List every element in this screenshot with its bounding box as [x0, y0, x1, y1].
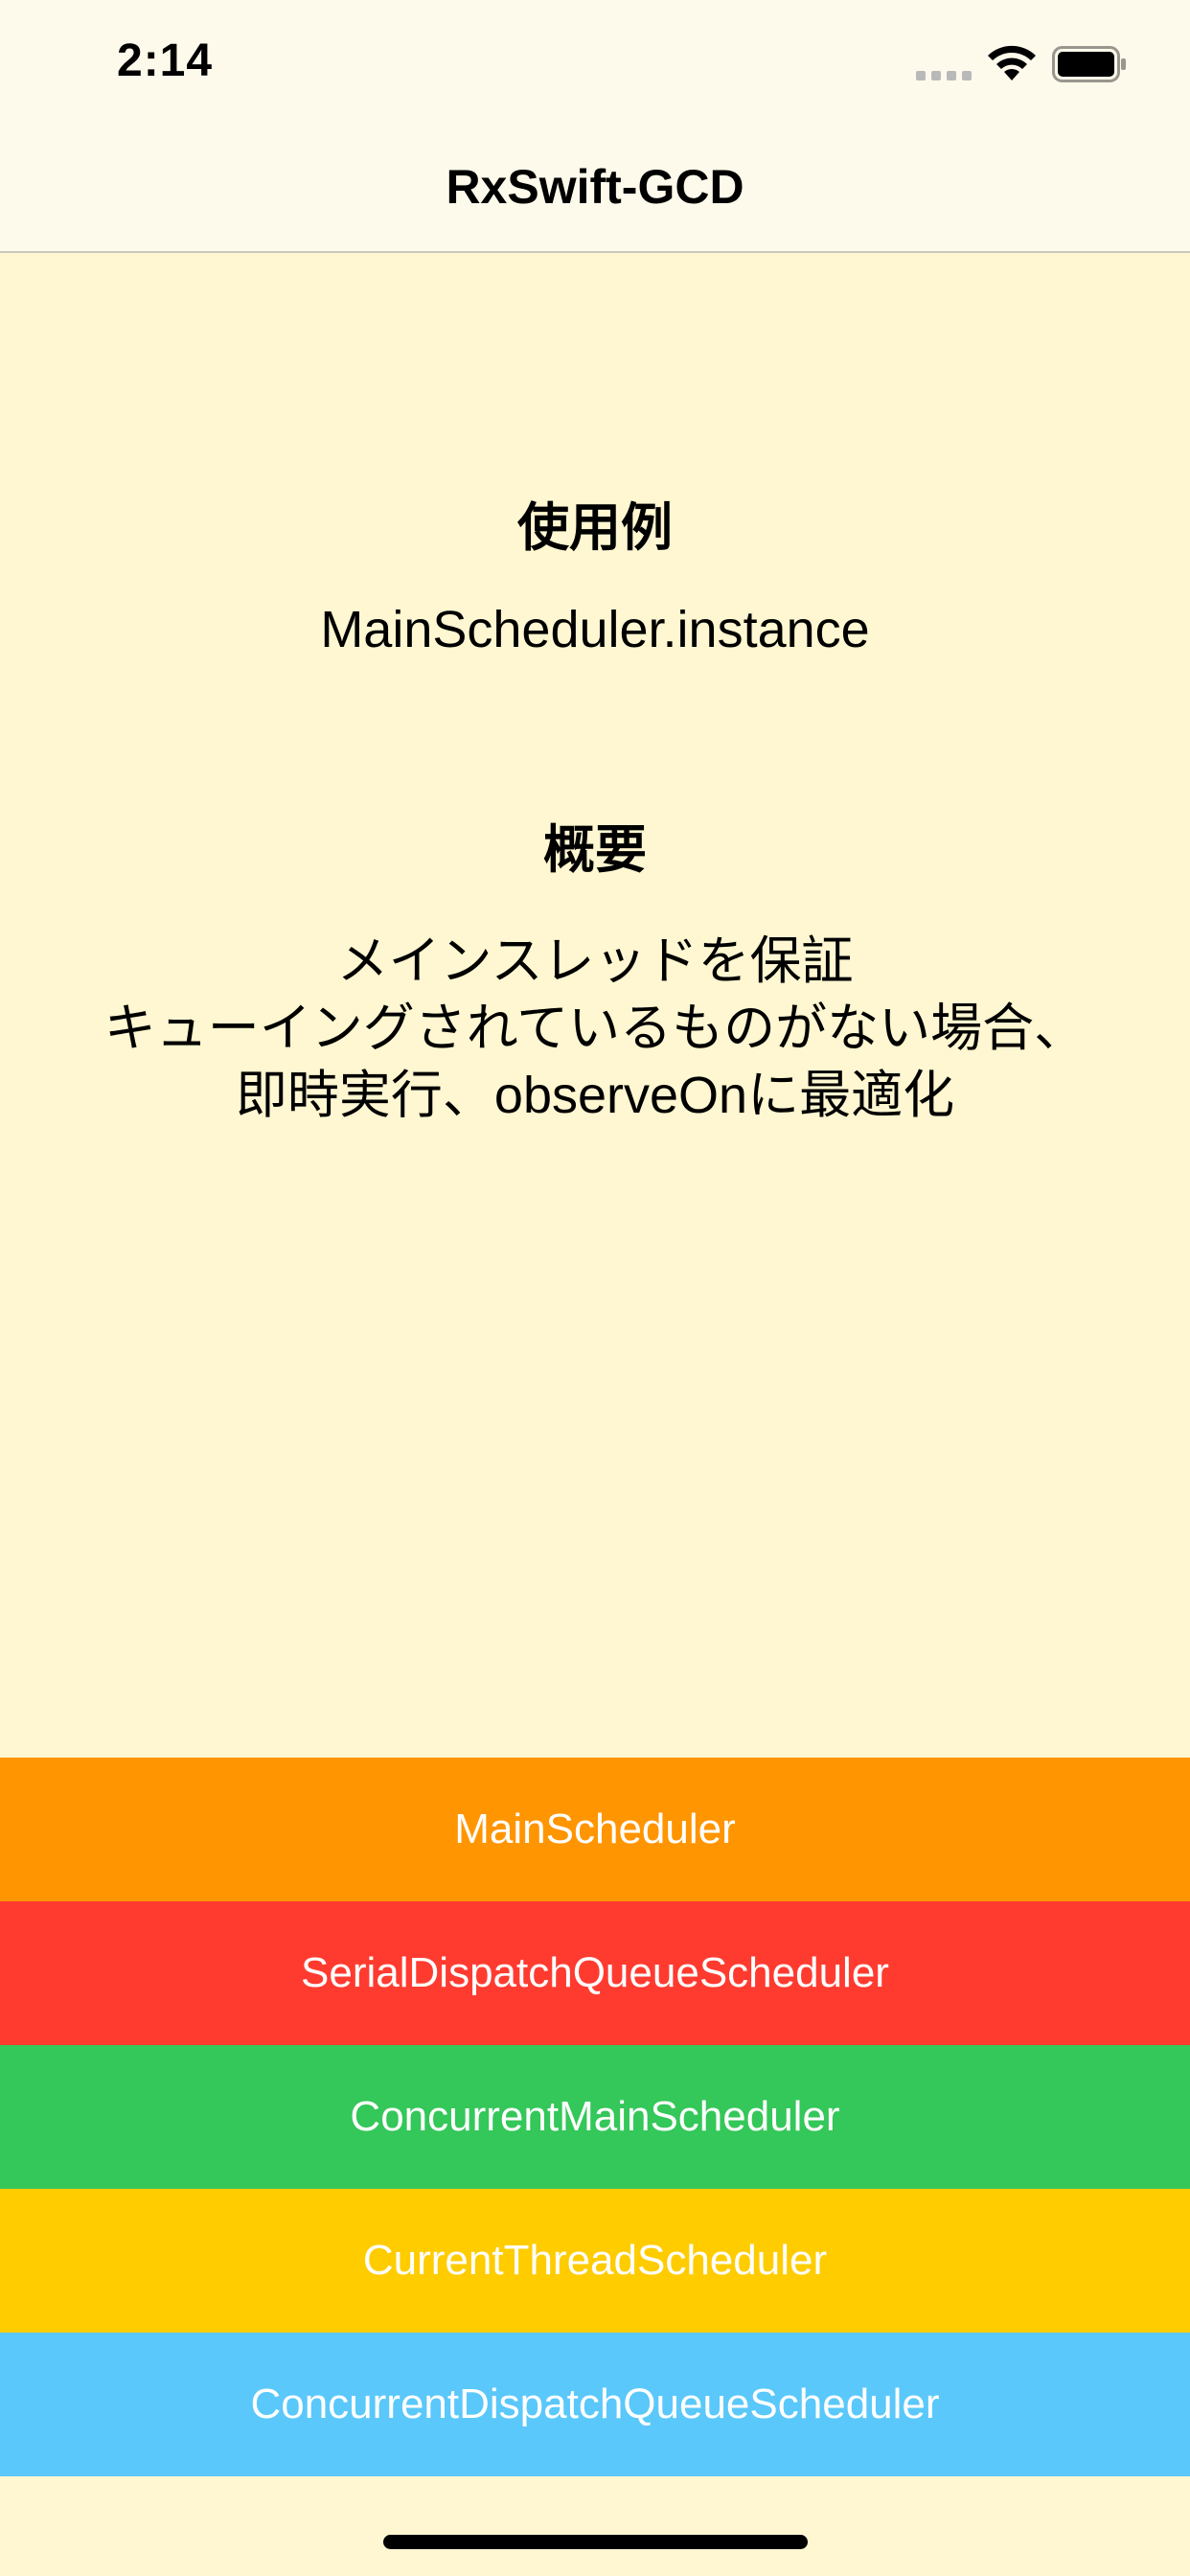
summary-line: キューイングされているものがない場合、: [103, 1000, 1087, 1057]
status-time: 2:14: [117, 35, 214, 86]
serial-dispatch-queue-scheduler-button[interactable]: SerialDispatchQueueScheduler: [0, 1901, 1190, 2045]
status-bar: 2:14: [0, 0, 1190, 126]
usage-heading: 使用例: [517, 499, 673, 557]
navigation-bar: RxSwift-GCD: [0, 126, 1190, 253]
scheduler-button-list: MainScheduler SerialDispatchQueueSchedul…: [0, 1758, 1190, 2476]
concurrent-dispatch-queue-scheduler-button[interactable]: ConcurrentDispatchQueueScheduler: [0, 2333, 1190, 2476]
summary-text: メインスレッドを保証 キューイングされているものがない場合、 即時実行、obse…: [0, 928, 1190, 1129]
summary-line: メインスレッドを保証: [336, 932, 854, 990]
signal-icon: [916, 71, 972, 80]
wifi-icon: [988, 45, 1036, 80]
nav-title: RxSwift-GCD: [446, 160, 744, 214]
summary-heading: 概要: [543, 821, 647, 879]
usage-example: MainScheduler.instance: [320, 601, 870, 658]
battery-icon: [1052, 46, 1126, 82]
concurrent-main-scheduler-button[interactable]: ConcurrentMainScheduler: [0, 2045, 1190, 2189]
main-scheduler-button[interactable]: MainScheduler: [0, 1758, 1190, 1901]
current-thread-scheduler-button[interactable]: CurrentThreadScheduler: [0, 2189, 1190, 2333]
summary-line: 即時実行、observeOnに最適化: [235, 1067, 955, 1124]
home-indicator: [383, 2535, 808, 2549]
